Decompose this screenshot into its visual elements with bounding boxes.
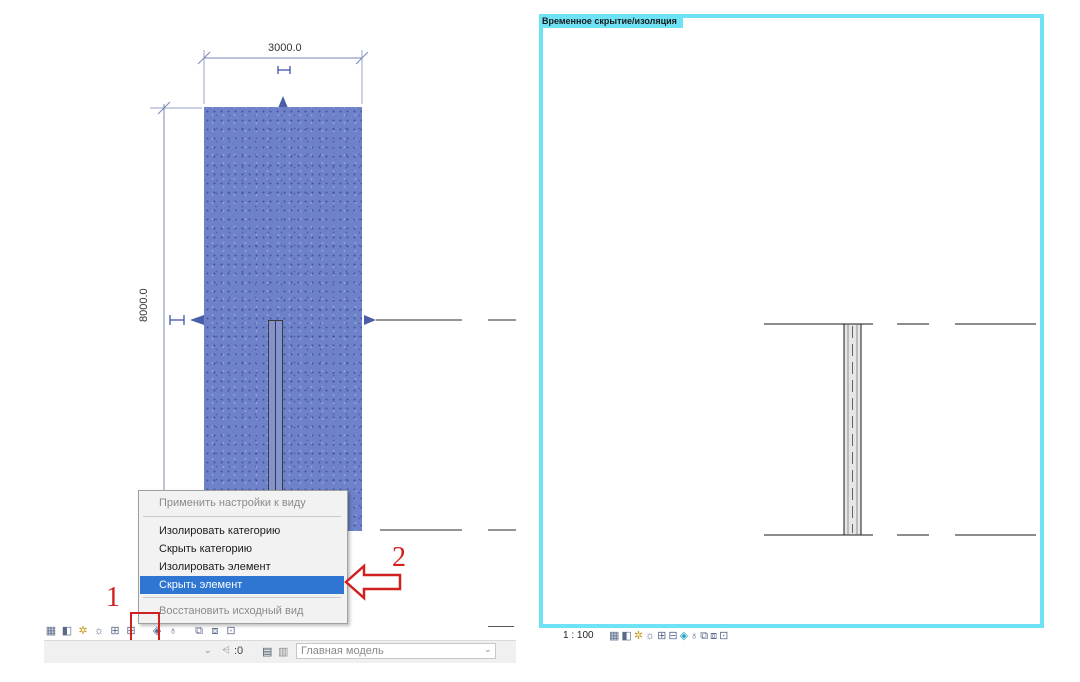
shadows-icon[interactable]: ☼ [92, 624, 106, 638]
reveal-hidden-icon[interactable]: ♁ [690, 630, 698, 643]
menu-item-isolate-element[interactable]: Изолировать элемент [140, 558, 344, 576]
design-options-icon[interactable]: ▥ [278, 645, 290, 658]
concrete-wall-element[interactable] [204, 107, 362, 531]
chevron-down-icon[interactable]: ⌄ [484, 644, 496, 656]
crop-view-icon[interactable]: ⊞ [657, 630, 666, 643]
dim-lock-icon-left [169, 315, 185, 325]
analytical-model-icon[interactable]: ⧈ [710, 630, 717, 643]
detail-level-icon[interactable]: ▦ [44, 624, 58, 638]
right-view-panel: Временное скрытие/изоляция 1 : 100 ▦ ◧ ✲… [539, 14, 1080, 644]
context-menu: Применить настройки к виду Изолировать к… [138, 490, 348, 624]
filter-icon[interactable]: ⩤ [222, 645, 232, 657]
status-bar: ⌄ ⩤ :0 ▤ ▥ Главная модель ⌄ [44, 640, 516, 663]
annotation-label-1: 1 [106, 582, 120, 613]
minimize-line [488, 626, 514, 627]
analytical-model-icon[interactable]: ⧈ [208, 624, 222, 638]
menu-item-apply-to-view[interactable]: Применить настройки к виду [140, 494, 344, 512]
editable-only-icon[interactable]: ▤ [262, 645, 274, 658]
view-control-icons: ▦ ◧ ✲ ☼ ⊞ ⊟ ◈ ♁ ⧉ ⧈ ⊡ [609, 630, 728, 643]
detail-level-icon[interactable]: ▦ [609, 630, 619, 643]
model-select[interactable]: Главная модель [296, 643, 496, 659]
crop-view-icon[interactable]: ⊞ [108, 624, 122, 638]
highlight-displacement-icon[interactable]: ⊡ [224, 624, 238, 638]
annotation-label-2: 2 [392, 542, 406, 573]
visual-style-icon[interactable]: ◧ [621, 630, 631, 643]
dim-horizontal-value[interactable]: 3000.0 [268, 42, 302, 54]
menu-item-hide-element[interactable]: Скрыть элемент [140, 576, 344, 594]
highlight-displacement-icon[interactable]: ⊡ [719, 630, 728, 643]
section-arrow-right [364, 315, 376, 325]
menu-item-isolate-category[interactable]: Изолировать категорию [140, 522, 344, 540]
isolated-view-drawing [764, 323, 1036, 536]
visual-style-icon[interactable]: ◧ [60, 624, 74, 638]
view-control-bar-right: 1 : 100 ▦ ◧ ✲ ☼ ⊞ ⊟ ◈ ♁ ⧉ ⧈ ⊡ [539, 630, 1080, 644]
sun-path-icon[interactable]: ✲ [76, 624, 90, 638]
dim-lock-icon-top [277, 66, 291, 74]
menu-item-reset-view[interactable]: Восстановить исходный вид [140, 602, 344, 620]
menu-item-hide-category[interactable]: Скрыть категорию [140, 540, 344, 558]
view-scale[interactable]: 1 : 100 [563, 630, 594, 641]
sun-path-icon[interactable]: ✲ [634, 630, 643, 643]
temporary-hide-isolate-icon[interactable]: ◈ [680, 630, 688, 643]
worksharing-icon[interactable]: ⧉ [192, 624, 206, 638]
selection-counter: :0 [234, 645, 244, 657]
section-arrow-left [190, 315, 204, 325]
reveal-hidden-icon[interactable]: ♁ [166, 624, 180, 638]
show-crop-icon[interactable]: ⊟ [668, 630, 677, 643]
chevron-down-icon[interactable]: ⌄ [204, 645, 216, 657]
worksharing-icon[interactable]: ⧉ [700, 630, 708, 643]
left-view-panel: 3000.0 8000.0 Применить настройки к виду… [0, 0, 540, 682]
shadows-icon[interactable]: ☼ [645, 630, 655, 643]
dim-vertical-value[interactable]: 8000.0 [138, 288, 150, 322]
